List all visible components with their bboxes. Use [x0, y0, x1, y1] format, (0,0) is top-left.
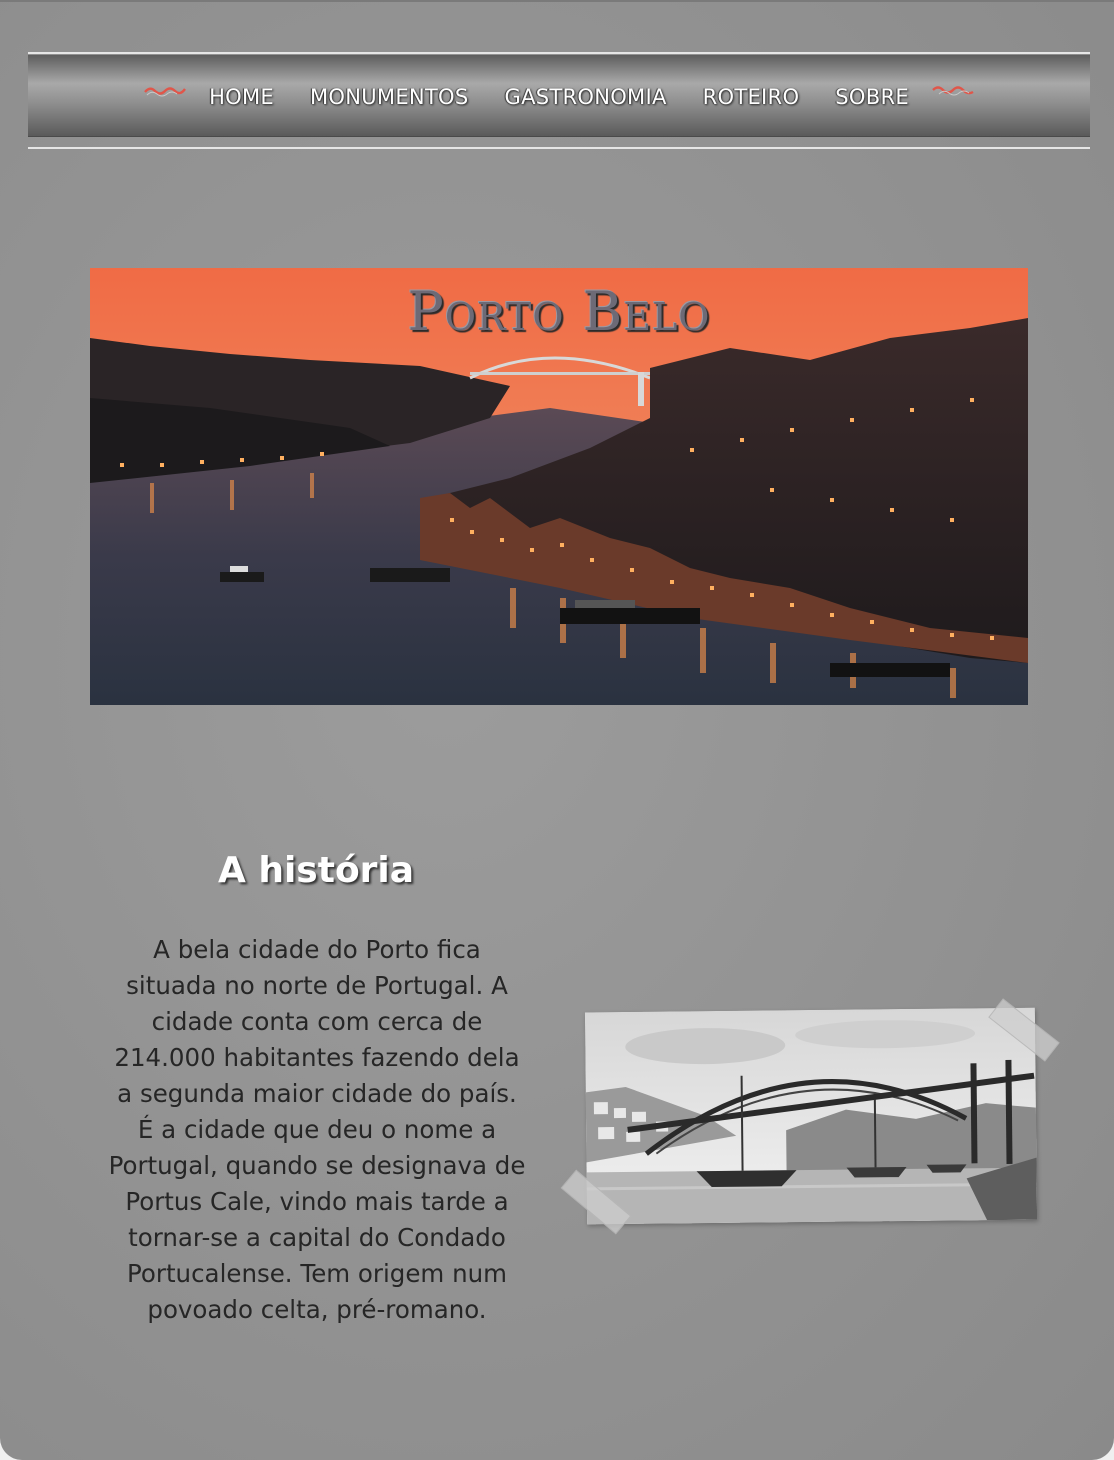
squiggle-right-icon	[932, 86, 974, 96]
page: HOME MONUMENTOS GASTRONOMIA ROTEIRO SOBR…	[0, 0, 1114, 1460]
bridge-photo	[584, 1007, 1038, 1225]
nav-link-gastronomia[interactable]: GASTRONOMIA	[487, 85, 685, 109]
bridge-photo-image	[584, 1007, 1038, 1225]
nav-items: HOME MONUMENTOS GASTRONOMIA ROTEIRO SOBR…	[28, 55, 1090, 137]
history-title: A história	[217, 850, 415, 891]
squiggle-left-icon	[144, 87, 187, 97]
nav-bar: HOME MONUMENTOS GASTRONOMIA ROTEIRO SOBR…	[28, 55, 1090, 137]
history-text: A bela cidade do Porto fica situada no n…	[108, 935, 526, 1324]
nav-top-line	[28, 52, 1090, 54]
nav-bottom-line	[28, 147, 1090, 149]
hero-title: Porto Belo	[407, 280, 711, 343]
nav-link-home[interactable]: HOME	[191, 85, 292, 109]
nav-link-sobre[interactable]: SOBRE	[817, 85, 927, 109]
nav-link-monumentos[interactable]: MONUMENTOS	[292, 85, 487, 109]
hero-banner: Porto Belo	[90, 268, 1028, 705]
nav-link-roteiro[interactable]: ROTEIRO	[685, 85, 818, 109]
